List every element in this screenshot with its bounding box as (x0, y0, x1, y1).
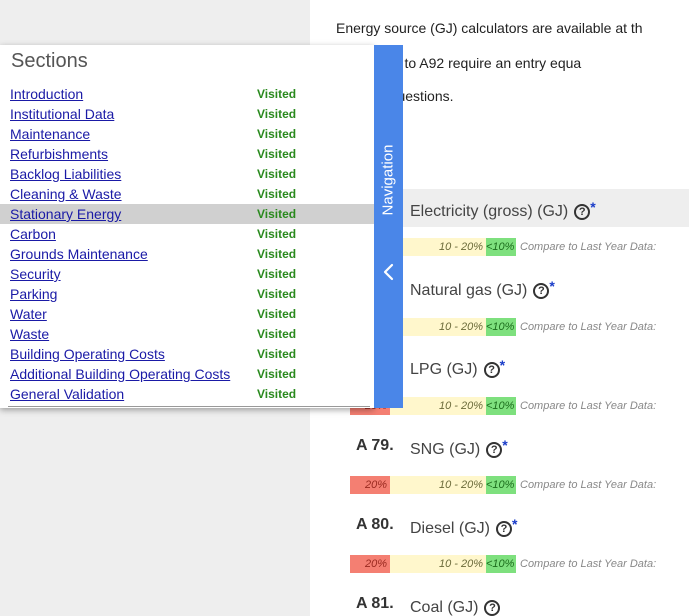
sections-list: Introduction Visited Institutional Data Vi… (0, 84, 374, 404)
sidebar-item-security[interactable]: Security Visited (0, 264, 374, 284)
sidebar-item-label[interactable]: Additional Building Operating Costs (10, 365, 252, 383)
chevron-left-icon (383, 263, 394, 281)
required-marker: * (549, 278, 555, 294)
help-icon[interactable]: ? (533, 283, 550, 299)
visited-status: Visited (257, 187, 297, 201)
question-row-sng: A 79. SNG (GJ)? * (336, 427, 689, 465)
sidebar-item-label[interactable]: General Validation (10, 385, 252, 403)
sidebar-item-refurbishments[interactable]: Refurbishments Visited (0, 144, 374, 164)
variance-band-row: 20% 10 - 20% <10% Compare to Last Year D… (336, 555, 689, 573)
question-code: A 81. (356, 595, 394, 612)
help-icon[interactable]: ? (484, 600, 501, 616)
help-icon[interactable]: ? (486, 442, 503, 458)
sidebar-item-label[interactable]: Grounds Maintenance (10, 245, 252, 263)
band-yellow: 10 - 20% (390, 476, 486, 494)
navigation-tab-label: Navigation (379, 144, 397, 216)
sidebar-item-carbon[interactable]: Carbon Visited (0, 224, 374, 244)
question-code: A 80. (356, 516, 394, 533)
band-green: <10% (486, 397, 516, 415)
sidebar-item-general-validation[interactable]: General Validation Visited (0, 384, 374, 404)
sidebar-item-waste[interactable]: Waste Visited (0, 324, 374, 344)
band-yellow: 10 - 20% (390, 238, 486, 256)
band-red: 20% (350, 555, 390, 573)
question-code: A 79. (356, 437, 394, 454)
compare-link[interactable]: Compare to Last Year Data: (520, 555, 656, 573)
visited-status: Visited (257, 127, 297, 141)
compare-link[interactable]: Compare to Last Year Data: (520, 476, 656, 494)
question-label: SNG (GJ)? * (410, 437, 508, 458)
visited-status: Visited (257, 167, 297, 181)
intro-text-line: Energy source (GJ) calculators are avail… (336, 20, 643, 36)
sidebar-item-label[interactable]: Carbon (10, 225, 252, 243)
sidebar-item-label[interactable]: Building Operating Costs (10, 345, 252, 363)
help-icon[interactable]: ? (483, 362, 500, 378)
visited-status: Visited (257, 147, 297, 161)
sidebar-item-label[interactable]: Waste (10, 325, 252, 343)
sidebar-item-label[interactable]: Parking (10, 285, 252, 303)
visited-status: Visited (257, 107, 297, 121)
visited-status: Visited (257, 87, 297, 101)
sidebar-item-cleaning-waste[interactable]: Cleaning & Waste Visited (0, 184, 374, 204)
sidebar-item-introduction[interactable]: Introduction Visited (0, 84, 374, 104)
sidebar-item-label[interactable]: Stationary Energy (10, 205, 252, 223)
visited-status: Visited (257, 207, 297, 221)
sidebar-item-label[interactable]: Maintenance (10, 125, 252, 143)
panel-title: Sections (11, 50, 88, 72)
required-marker: * (502, 437, 508, 453)
band-yellow: 10 - 20% (390, 555, 486, 573)
sidebar-item-maintenance[interactable]: Maintenance Visited (0, 124, 374, 144)
sidebar-item-label[interactable]: Backlog Liabilities (10, 165, 252, 183)
band-yellow: 10 - 20% (390, 397, 486, 415)
sidebar-item-building-operating-costs[interactable]: Building Operating Costs Visited (0, 344, 374, 364)
band-green: <10% (486, 555, 516, 573)
visited-status: Visited (257, 247, 297, 261)
sections-navigation-panel: Sections Introduction Visited Institution… (0, 45, 374, 408)
band-red: 20% (350, 476, 390, 494)
required-marker: * (512, 516, 518, 532)
sidebar-item-stationary-energy[interactable]: Stationary Energy Visited (0, 204, 374, 224)
sidebar-item-label[interactable]: Introduction (10, 85, 252, 103)
help-icon[interactable]: ? (496, 521, 513, 537)
sidebar-item-label[interactable]: Refurbishments (10, 145, 252, 163)
sidebar-item-institutional-data[interactable]: Institutional Data Visited (0, 104, 374, 124)
question-label: Electricity (gross) (GJ)? * (410, 199, 596, 220)
sidebar-item-label[interactable]: Water (10, 305, 252, 323)
question-row-coal: A 81. Coal (GJ)? (336, 585, 689, 616)
question-label: Coal (GJ)? (410, 595, 501, 616)
visited-status: Visited (257, 287, 297, 301)
required-marker: * (499, 357, 506, 373)
visited-status: Visited (257, 307, 297, 321)
sidebar-item-label[interactable]: Security (10, 265, 252, 283)
visited-status: Visited (257, 347, 297, 361)
question-label: Natural gas (GJ)? * (410, 278, 555, 299)
required-marker: * (590, 199, 596, 215)
question-label: LPG (GJ)? * (410, 357, 506, 378)
band-green: <10% (486, 476, 516, 494)
question-row-diesel: A 80. Diesel (GJ)? * (336, 506, 689, 544)
compare-link[interactable]: Compare to Last Year Data: (520, 238, 656, 256)
visited-status: Visited (257, 267, 297, 281)
sidebar-item-label[interactable]: Cleaning & Waste (10, 185, 252, 203)
sidebar-item-label[interactable]: Institutional Data (10, 105, 252, 123)
visited-status: Visited (257, 227, 297, 241)
sidebar-item-water[interactable]: Water Visited (0, 304, 374, 324)
compare-link[interactable]: Compare to Last Year Data: (520, 318, 656, 336)
question-label: Diesel (GJ)? * (410, 516, 518, 537)
compare-link[interactable]: Compare to Last Year Data: (520, 397, 656, 415)
sidebar-item-backlog-liabilities[interactable]: Backlog Liabilities Visited (0, 164, 374, 184)
band-green: <10% (486, 318, 516, 336)
visited-status: Visited (257, 387, 297, 401)
band-green: <10% (486, 238, 516, 256)
sidebar-item-grounds-maintenance[interactable]: Grounds Maintenance Visited (0, 244, 374, 264)
visited-status: Visited (257, 327, 297, 341)
sidebar-item-parking[interactable]: Parking Visited (0, 284, 374, 304)
navigation-toggle-tab[interactable]: Navigation (374, 45, 403, 408)
help-icon[interactable]: ? (574, 204, 591, 220)
sidebar-item-additional-building-operating-costs[interactable]: Additional Building Operating Costs Visit… (0, 364, 374, 384)
band-yellow: 10 - 20% (390, 318, 486, 336)
variance-band-row: 20% 10 - 20% <10% Compare to Last Year D… (336, 476, 689, 494)
visited-status: Visited (257, 367, 297, 381)
panel-divider (8, 406, 370, 407)
